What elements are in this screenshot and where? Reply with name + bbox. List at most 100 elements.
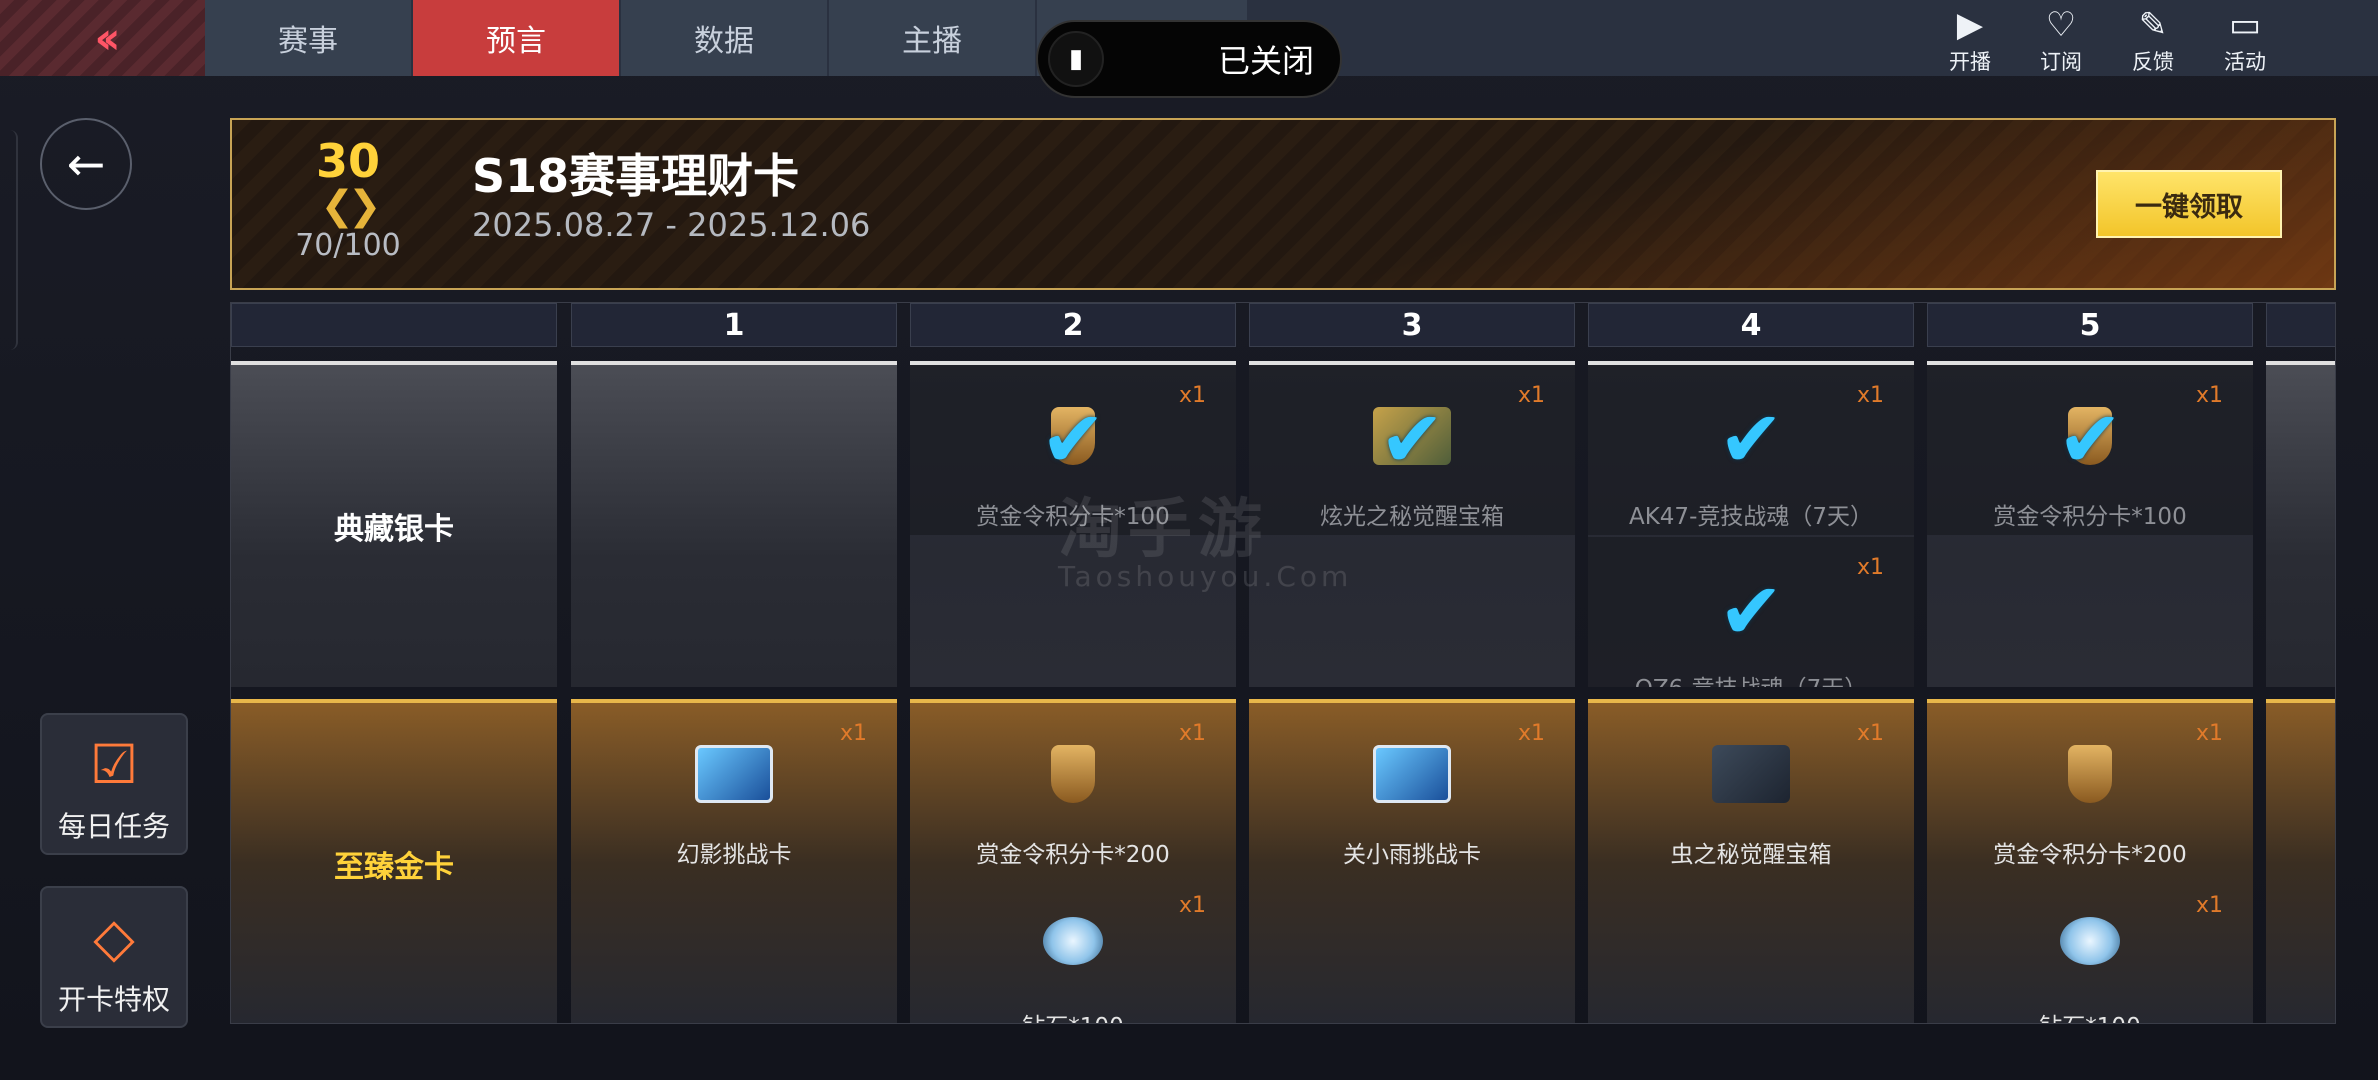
tv-icon: ▭ xyxy=(2228,5,2262,45)
column-header-4: 4 xyxy=(1588,303,1914,347)
gold-cell-6 xyxy=(2266,699,2335,1023)
tab-streamers[interactable]: 主播 xyxy=(829,0,1035,76)
reward-name: 钻石*100 xyxy=(910,1007,1236,1023)
bounty-token-icon xyxy=(2068,745,2112,803)
back-button[interactable]: ← xyxy=(40,118,132,210)
reward-qty: x1 xyxy=(1178,893,1206,918)
reward-name: 关小雨挑战卡 xyxy=(1343,842,1481,868)
reward-qty: x1 xyxy=(2195,383,2223,408)
reward-item[interactable]: x1 幻影挑战卡 xyxy=(571,703,897,873)
checkmark-icon: ✔ xyxy=(1718,395,1784,485)
go-live-label: 开播 xyxy=(1949,50,1991,74)
flashlight-icon: ▮ xyxy=(1048,31,1104,87)
calendar-check-icon: ☑ xyxy=(89,733,139,796)
reward-name: 虫之秘觉醒宝箱 xyxy=(1670,842,1832,868)
column-header-6 xyxy=(2266,303,2335,347)
reward-name: 炫光之秘觉醒宝箱 xyxy=(1320,504,1504,530)
edit-icon: ✎ xyxy=(2138,5,2168,45)
column-header-2: 2 xyxy=(910,303,1236,347)
side-edge-handle xyxy=(0,130,18,350)
reward-qty: x1 xyxy=(839,721,867,746)
reward-item[interactable]: x1 ⟋ ✔ AK47-竞技战魂（7天） xyxy=(1588,365,1914,535)
reward-name: 赏金令积分卡*100 xyxy=(1993,504,2187,530)
activity-label: 活动 xyxy=(2224,50,2266,74)
double-chevron-left-icon: ‹‹ xyxy=(94,12,120,64)
reward-name: 赏金令积分卡*200 xyxy=(976,842,1170,868)
daily-tasks-button[interactable]: ☑ 每日任务 xyxy=(40,713,188,855)
reward-name: 赏金令积分卡*200 xyxy=(1993,842,2187,868)
level-number: 30 xyxy=(315,134,380,188)
reward-item[interactable]: x1 ✔ 赏金令积分卡*100 xyxy=(1927,365,2253,535)
reward-item[interactable]: x1 关小雨挑战卡 xyxy=(1249,703,1575,873)
column-header-1: 1 xyxy=(571,303,897,347)
feedback-button[interactable]: ✎ 反馈 xyxy=(2118,8,2188,76)
nav-back-button[interactable]: ‹‹ xyxy=(0,0,205,76)
tab-prophecy[interactable]: 预言 xyxy=(413,0,619,76)
gold-cell-4[interactable]: x1 虫之秘觉醒宝箱 xyxy=(1588,699,1914,1023)
diamond-gem-icon xyxy=(1043,917,1103,965)
finance-card-banner: 30 ❮❯ 70/100 S18赛事理财卡 2025.08.27 - 2025.… xyxy=(230,118,2336,290)
go-live-button[interactable]: ▶ 开播 xyxy=(1935,8,2005,76)
grid-header-blank xyxy=(231,303,557,347)
reward-qty: x1 xyxy=(1856,383,1884,408)
reward-item[interactable]: x1 赏金令积分卡*200 xyxy=(910,703,1236,873)
gold-cell-5[interactable]: x1 赏金令积分卡*200 x1 钻石*100 xyxy=(1927,699,2253,1023)
torch-status-text: 已关闭 xyxy=(1217,42,1314,80)
character-card-icon xyxy=(1373,745,1451,803)
silver-cell-6 xyxy=(2266,361,2335,687)
arrow-left-icon: ← xyxy=(66,137,106,191)
subscribe-button[interactable]: ♡ 订阅 xyxy=(2026,8,2096,76)
daily-tasks-label: 每日任务 xyxy=(57,810,170,843)
card-privileges-label: 开卡特权 xyxy=(57,983,170,1016)
silver-cell-3[interactable]: x1 ✔ 炫光之秘觉醒宝箱 xyxy=(1249,361,1575,687)
reward-qty: x1 xyxy=(1178,383,1206,408)
banner-title: S18赛事理财卡 xyxy=(472,149,800,203)
reward-item[interactable]: x1 钻石*100 xyxy=(910,875,1236,1023)
diamond-gem-icon xyxy=(2060,917,2120,965)
feedback-label: 反馈 xyxy=(2132,50,2174,74)
silver-cell-4[interactable]: x1 ⟋ ✔ AK47-竞技战魂（7天） x1 ⟋ ✔ QZ6-竞技战魂（7天） xyxy=(1588,361,1914,687)
watermark-url: Taoshouyou.Com xyxy=(1058,560,1353,593)
subscribe-label: 订阅 xyxy=(2040,50,2082,74)
awakening-chest-icon xyxy=(1712,745,1790,803)
activity-button[interactable]: ▭ 活动 xyxy=(2210,8,2280,76)
video-camera-icon: ▶ xyxy=(1956,5,1984,45)
banner-dates: 2025.08.27 - 2025.12.06 xyxy=(472,206,871,244)
reward-item[interactable]: x1 虫之秘觉醒宝箱 xyxy=(1588,703,1914,873)
card-privileges-button[interactable]: ◇ 开卡特权 xyxy=(40,886,188,1028)
reward-item[interactable]: x1 赏金令积分卡*200 xyxy=(1927,703,2253,873)
row-head-gold: 至臻金卡 xyxy=(231,699,557,1023)
gold-cell-1[interactable]: x1 幻影挑战卡 xyxy=(571,699,897,1023)
reward-name: QZ6-竞技战魂（7天） xyxy=(1588,669,1914,687)
tab-events[interactable]: 赛事 xyxy=(205,0,411,76)
reward-qty: x1 xyxy=(2195,893,2223,918)
claim-all-button[interactable]: 一键领取 xyxy=(2096,170,2282,238)
diamond-icon: ◇ xyxy=(93,906,135,969)
reward-qty: x1 xyxy=(1517,383,1545,408)
reward-qty: x1 xyxy=(1178,721,1206,746)
watermark-text: 淘手游 xyxy=(1058,493,1268,567)
reward-item[interactable]: x1 ✔ 炫光之秘觉醒宝箱 xyxy=(1249,365,1575,535)
reward-name: 钻石*100 xyxy=(1927,1007,2253,1023)
reward-qty: x1 xyxy=(1856,555,1884,580)
reward-grid: 1 2 3 4 5 典藏银卡 x1 ✔ 赏金令积分卡*100 x1 ✔ 炫光之秘… xyxy=(230,302,2336,1024)
torch-status-pill[interactable]: ▮ 已关闭 xyxy=(1036,20,1342,98)
heart-plus-icon: ♡ xyxy=(2045,5,2077,45)
checkmark-icon: ✔ xyxy=(1718,567,1784,657)
wings-icon: ❮❯ xyxy=(320,183,381,229)
app-root: ‹‹ 赛事 预言 数据 主播 ▶ 开播 ♡ 订阅 ✎ 反馈 ▭ 活动 ▮ 已关闭… xyxy=(0,0,2378,1080)
reward-qty: x1 xyxy=(1856,721,1884,746)
silver-cell-5[interactable]: x1 ✔ 赏金令积分卡*100 xyxy=(1927,361,2253,687)
checkmark-icon: ✔ xyxy=(1379,395,1445,485)
reward-item[interactable]: x1 ⟋ ✔ QZ6-竞技战魂（7天） xyxy=(1588,537,1914,687)
silver-cell-1 xyxy=(571,361,897,687)
checkmark-icon: ✔ xyxy=(2057,395,2123,485)
column-header-3: 3 xyxy=(1249,303,1575,347)
gold-cell-3[interactable]: x1 关小雨挑战卡 xyxy=(1249,699,1575,1023)
tab-data[interactable]: 数据 xyxy=(621,0,827,76)
reward-item[interactable]: x1 钻石*100 xyxy=(1927,875,2253,1023)
reward-qty: x1 xyxy=(2195,721,2223,746)
reward-qty: x1 xyxy=(1517,721,1545,746)
row-head-silver: 典藏银卡 xyxy=(231,361,557,687)
gold-cell-2[interactable]: x1 赏金令积分卡*200 x1 钻石*100 xyxy=(910,699,1236,1023)
